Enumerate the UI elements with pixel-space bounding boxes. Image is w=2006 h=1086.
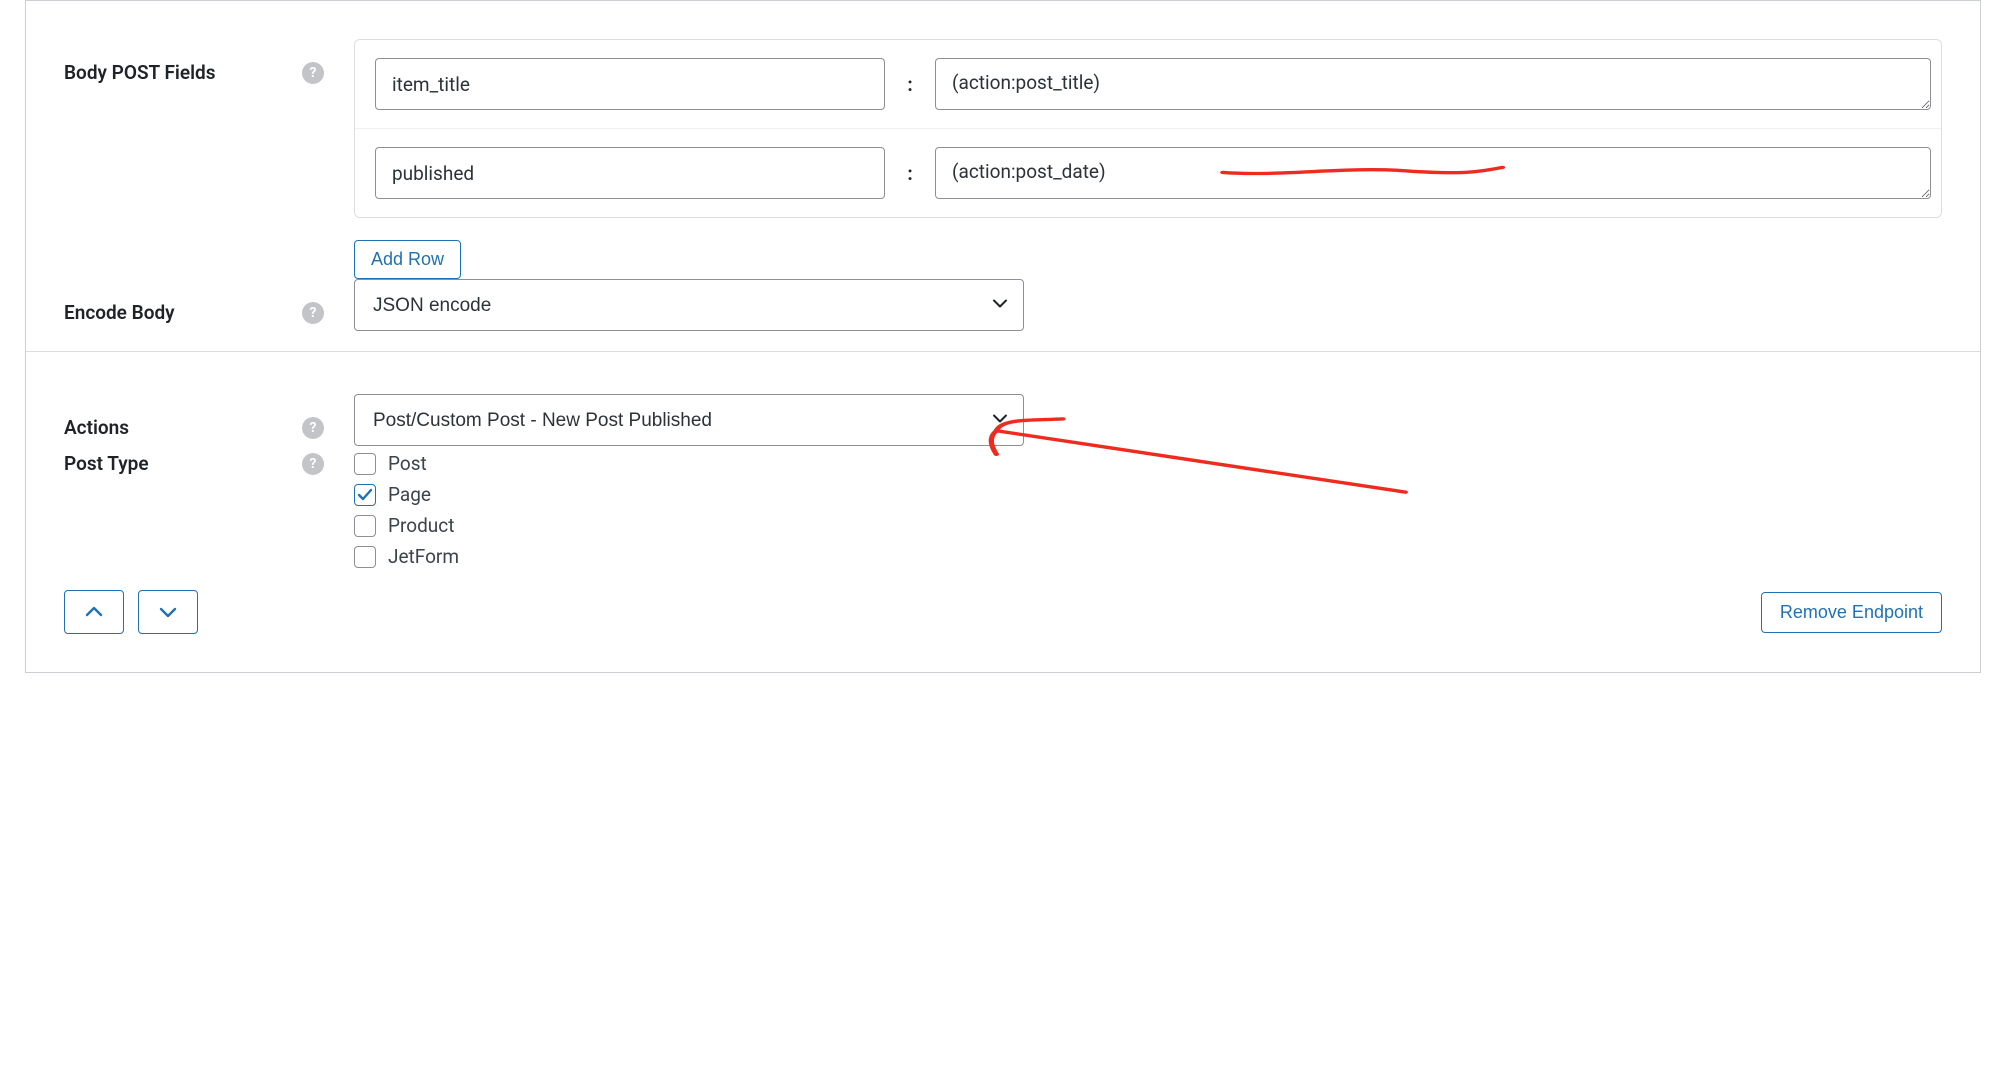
row-actions: Actions ? Post/Custom Post - New Post Pu… (64, 394, 1942, 446)
add-row-button[interactable]: Add Row (354, 240, 461, 279)
row-encode-body: Encode Body ? JSON encode (64, 279, 1942, 331)
help-icon[interactable]: ? (302, 62, 324, 84)
kv-separator: : (905, 162, 915, 185)
endpoint-panel: Body POST Fields ? : (action:post_title)… (25, 0, 1981, 673)
checkbox-icon (354, 484, 376, 506)
row-post-type: Post Type ? Post Page Product (64, 446, 1942, 568)
body-post-fields-repeater: : (action:post_title) : (action:post_dat… (354, 39, 1942, 218)
field-value-input[interactable]: (action:post_date) (935, 147, 1931, 199)
checkbox-icon (354, 453, 376, 475)
move-up-button[interactable] (64, 590, 124, 634)
repeater-row: : (action:post_date) (355, 128, 1941, 217)
checkbox-post[interactable]: Post (354, 452, 1942, 475)
actions-select[interactable]: Post/Custom Post - New Post Published (354, 394, 1024, 446)
checkbox-label: JetForm (388, 545, 459, 568)
move-down-button[interactable] (138, 590, 198, 634)
row-body-post-fields: Body POST Fields ? : (action:post_title)… (64, 39, 1942, 279)
field-key-input[interactable] (375, 147, 885, 199)
label-actions: Actions (64, 416, 129, 439)
checkbox-icon (354, 546, 376, 568)
section-actions: Actions ? Post/Custom Post - New Post Pu… (26, 351, 1980, 672)
field-value-input[interactable]: (action:post_title) (935, 58, 1931, 110)
label-body-post-fields: Body POST Fields (64, 61, 216, 84)
chevron-down-icon (158, 602, 178, 622)
field-key-input[interactable] (375, 58, 885, 110)
checkbox-label: Post (388, 452, 427, 475)
panel-footer: Remove Endpoint (64, 568, 1942, 662)
checkbox-icon (354, 515, 376, 537)
help-icon[interactable]: ? (302, 453, 324, 475)
help-icon[interactable]: ? (302, 302, 324, 324)
checkbox-product[interactable]: Product (354, 514, 1942, 537)
checkbox-label: Page (388, 483, 431, 506)
encode-body-select[interactable]: JSON encode (354, 279, 1024, 331)
checkbox-jetform[interactable]: JetForm (354, 545, 1942, 568)
label-encode-body: Encode Body (64, 301, 175, 324)
remove-endpoint-button[interactable]: Remove Endpoint (1761, 592, 1942, 633)
section-body-encode: Body POST Fields ? : (action:post_title)… (26, 1, 1980, 351)
help-icon[interactable]: ? (302, 417, 324, 439)
checkbox-label: Product (388, 514, 454, 537)
repeater-row: : (action:post_title) (355, 40, 1941, 128)
label-post-type: Post Type (64, 452, 149, 475)
chevron-up-icon (84, 602, 104, 622)
kv-separator: : (905, 73, 915, 96)
checkbox-page[interactable]: Page (354, 483, 1942, 506)
